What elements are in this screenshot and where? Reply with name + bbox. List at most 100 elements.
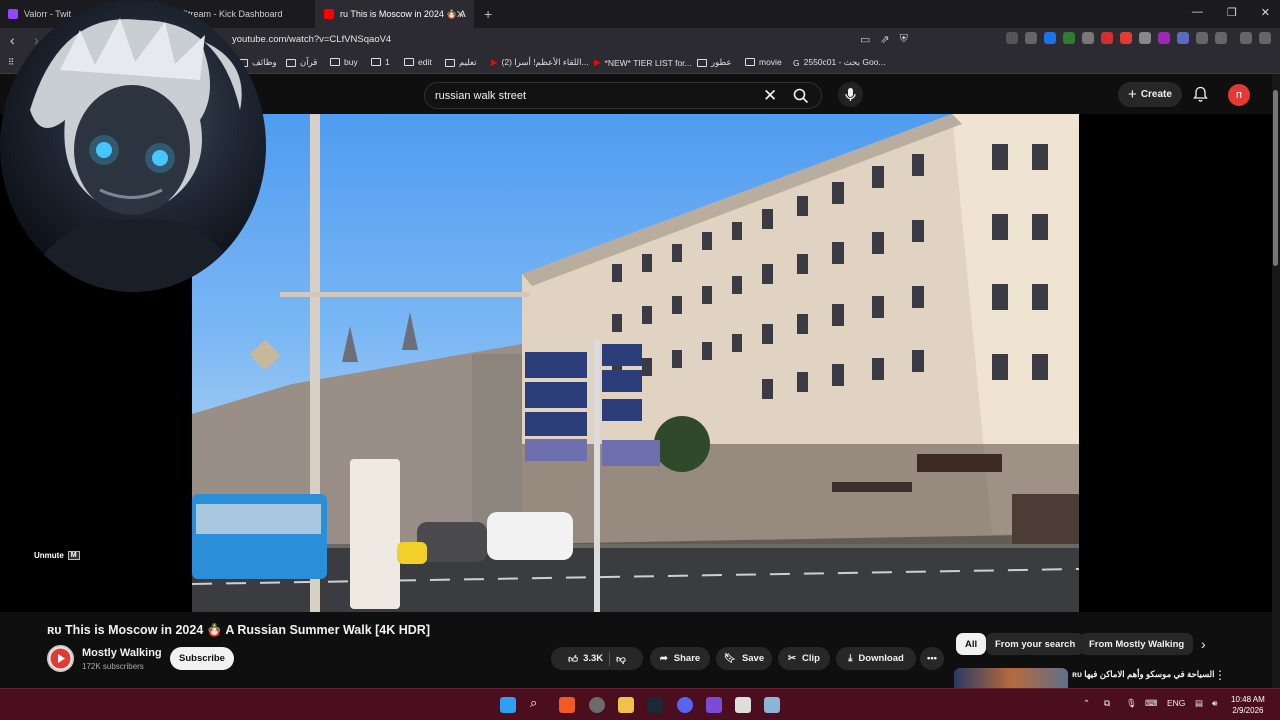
network-icon[interactable]: ▤ <box>1195 698 1203 709</box>
clear-search-icon[interactable]: ✕ <box>763 86 777 106</box>
like-button[interactable]: 👍︎ 3.3K <box>568 653 603 665</box>
puzzle-icon[interactable] <box>1196 32 1208 44</box>
share-page-icon[interactable]: ⇗ <box>880 33 889 46</box>
extension-icon[interactable] <box>1120 32 1132 44</box>
menu-icon[interactable] <box>1259 32 1271 44</box>
save-button[interactable]: 🔖︎ Save <box>716 647 772 670</box>
bookmark-folder[interactable]: buy <box>330 57 358 67</box>
sidebar-icon[interactable] <box>1215 32 1227 44</box>
microphone-icon <box>845 88 856 101</box>
youtube-icon: ▶ <box>594 57 601 67</box>
voice-search-button[interactable] <box>838 82 863 107</box>
clock-date: 2/9/2026 <box>1232 706 1264 715</box>
search-box[interactable]: russian walk street ✕ <box>424 82 822 109</box>
url-field[interactable]: youtube.com/watch?v=CLfVNSqaoV4 <box>232 34 391 45</box>
tray-keyboard-icon[interactable]: ⌨ <box>1145 698 1157 709</box>
scrollbar-thumb[interactable] <box>1273 90 1278 266</box>
folder-icon <box>371 58 381 66</box>
bookmark-folder[interactable]: edit <box>404 57 432 67</box>
search-icon[interactable] <box>793 88 809 104</box>
chip-from-your-search[interactable]: From your search <box>986 633 1085 655</box>
close-window-button[interactable]: ✕ <box>1261 6 1270 19</box>
clip-button[interactable]: ✂ Clip <box>778 647 830 670</box>
extension-icon[interactable] <box>1025 32 1037 44</box>
extension-icon[interactable] <box>1158 32 1170 44</box>
apps-icon[interactable]: ⠿ <box>8 57 14 68</box>
obs-icon[interactable] <box>589 697 605 713</box>
youtube-icon <box>324 9 334 19</box>
tray-mic-icon[interactable]: 🎙︎ <box>1126 698 1137 709</box>
google-icon: G <box>793 57 800 68</box>
sound-icon[interactable] <box>1006 32 1018 44</box>
account-avatar[interactable]: п <box>1228 84 1250 106</box>
bookmark-icon: 🔖︎ <box>723 653 736 664</box>
bookmark-link[interactable]: ▶ *NEW* TIER LIST for... <box>594 57 692 68</box>
chip-all[interactable]: All <box>956 633 987 655</box>
download-icon: ⤓ <box>848 653 853 664</box>
discord-icon[interactable] <box>677 697 693 713</box>
extension-icon[interactable] <box>1177 32 1189 44</box>
tab-youtube-active[interactable]: ru This is Moscow in 2024 🪆 A ✕ <box>316 0 474 28</box>
minimize-button[interactable]: — <box>1192 6 1203 19</box>
channel-avatar[interactable] <box>47 645 74 672</box>
subscriber-count: 172K subscribers <box>82 662 144 671</box>
windows-taskbar: ⌕ ⌃ ⧉ 🎙︎ ⌨ ENG ▤ 🔊︎ 10:48 AM 2/9/2026 <box>0 688 1280 720</box>
streamer-avatar-image <box>20 18 250 292</box>
folder-icon <box>445 58 455 67</box>
extension-icon[interactable] <box>1082 32 1094 44</box>
windows-start-icon[interactable] <box>500 697 516 713</box>
bookmark-folder[interactable]: movie <box>745 57 782 67</box>
file-explorer-icon[interactable] <box>618 697 634 713</box>
bookmark-folder[interactable]: تعليم <box>445 57 477 68</box>
brave-browser-icon[interactable] <box>559 697 575 713</box>
extension-icon[interactable] <box>1101 32 1113 44</box>
thumbs-down-icon: 👎︎ <box>616 653 626 665</box>
extension-icon[interactable] <box>1139 32 1151 44</box>
folder-icon <box>286 58 296 67</box>
recommendation-menu-icon[interactable]: ⋮ <box>1214 668 1226 682</box>
tray-overflow-icon[interactable]: ⌃ <box>1083 698 1090 709</box>
playlist-icon[interactable] <box>1240 32 1252 44</box>
input-language[interactable]: ENG <box>1167 698 1185 708</box>
extension-icon[interactable] <box>1044 32 1056 44</box>
bookmark-link[interactable]: G 2550c01 - بحث Goo... <box>793 57 886 68</box>
bookmark-folder[interactable]: عطور <box>697 57 732 68</box>
back-button[interactable]: ‹ <box>10 32 24 48</box>
chip-from-channel[interactable]: From Mostly Walking <box>1080 633 1194 655</box>
system-clock[interactable]: 10:48 AM 2/9/2026 <box>1231 694 1265 716</box>
app-icon[interactable] <box>764 697 780 713</box>
bookmark-folder[interactable]: قرآن <box>286 57 317 68</box>
search-icon[interactable]: ⌕ <box>530 695 546 711</box>
create-button[interactable]: + Create <box>1118 82 1182 107</box>
keyboard-shortcut-badge: M <box>67 551 80 560</box>
extension-icon[interactable] <box>1063 32 1075 44</box>
bookmark-folder[interactable]: 1 <box>371 57 390 67</box>
share-icon: ➦ <box>659 653 668 664</box>
recommendation-thumbnail[interactable] <box>954 668 1068 688</box>
unmute-button[interactable]: Unmute M <box>34 551 80 560</box>
thumbs-up-icon: 👍︎ <box>568 653 579 665</box>
new-tab-button[interactable]: + <box>484 6 492 22</box>
screen-cast-icon[interactable]: ▭ <box>860 33 870 46</box>
share-button[interactable]: ➦ Share <box>650 647 710 670</box>
download-button[interactable]: ⤓ Download <box>836 647 916 670</box>
dislike-button[interactable]: 👎︎ <box>616 653 626 665</box>
notifications-icon[interactable] <box>1193 86 1208 102</box>
video-frame[interactable] <box>192 114 1079 612</box>
chevron-right-icon[interactable]: › <box>1201 636 1206 652</box>
bookmark-link[interactable]: ▶ (2) اللقاء الأعظم! أسرا... <box>491 57 589 68</box>
close-tab-icon[interactable]: ✕ <box>456 8 465 21</box>
channel-name[interactable]: Mostly Walking <box>82 647 162 659</box>
volume-icon[interactable]: 🔊︎ <box>1212 698 1217 709</box>
steam-icon[interactable] <box>647 697 663 713</box>
shield-icon[interactable]: ⛨ <box>900 33 908 46</box>
recommendation-title[interactable]: ʀᴜ السياحة في موسكو وأهم الاماكن فيها <box>1072 669 1215 680</box>
maximize-button[interactable]: ❐ <box>1227 6 1237 19</box>
app-icon[interactable] <box>706 697 722 713</box>
more-actions-button[interactable]: ••• <box>920 647 944 670</box>
search-input[interactable]: russian walk street <box>435 90 526 102</box>
app-icon[interactable] <box>735 697 751 713</box>
tray-app-icon[interactable]: ⧉ <box>1104 698 1110 709</box>
subscribe-button[interactable]: Subscribe <box>170 647 234 670</box>
tab-label: ru This is Moscow in 2024 🪆 A <box>340 8 466 19</box>
